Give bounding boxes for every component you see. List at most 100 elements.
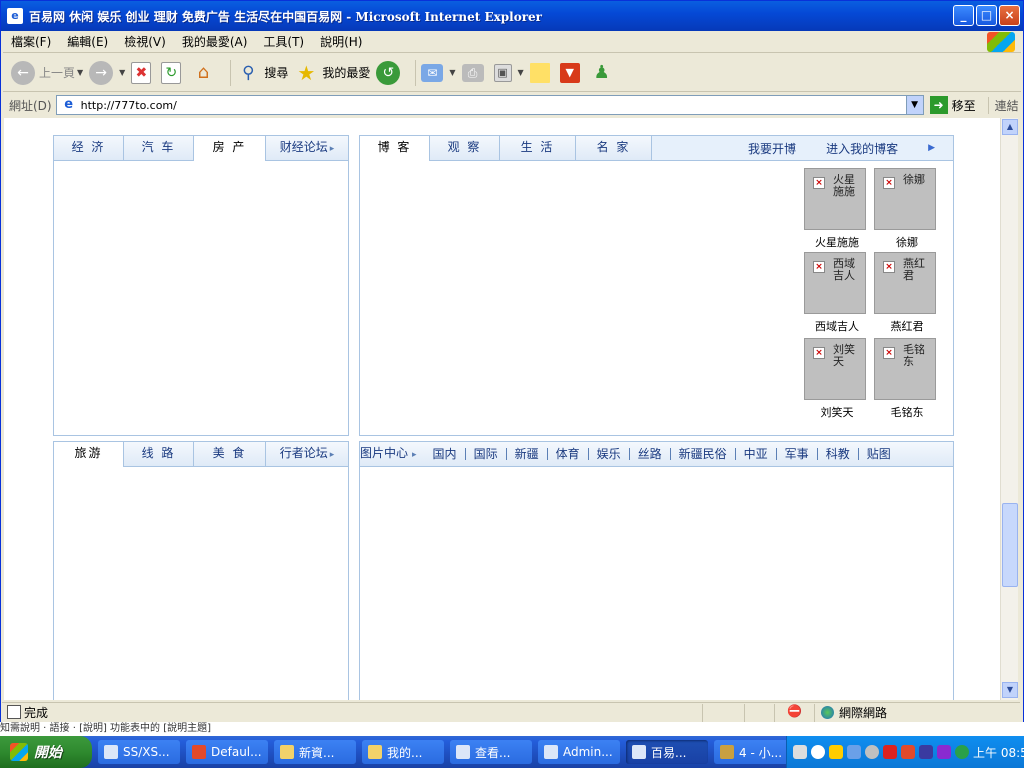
history-button[interactable]: ↺ <box>376 60 404 85</box>
maximize-button[interactable]: □ <box>976 5 997 26</box>
address-input[interactable]: e http://777to.com/ ▼ <box>55 95 924 115</box>
popup-blocked-icon[interactable]: ⛔ <box>774 703 814 722</box>
news-item-photo-center[interactable]: 图片中心 <box>360 447 425 461</box>
news-item-central-asia[interactable]: 中亚 <box>736 448 777 460</box>
tab-finance-forum[interactable]: 财经论坛 <box>266 136 348 160</box>
tab-blog[interactable]: 博 客 <box>360 136 430 161</box>
blogger-photo[interactable]: × 燕红君 <box>874 252 936 314</box>
messenger-button[interactable]: ♟ <box>590 61 618 85</box>
menu-favorites[interactable]: 我的最愛(A) <box>174 33 256 50</box>
menu-file[interactable]: 檔案(F) <box>3 33 59 50</box>
tray-expand-icon[interactable] <box>811 745 825 759</box>
news-item-military[interactable]: 军事 <box>777 448 818 460</box>
menu-tools[interactable]: 工具(T) <box>255 33 312 50</box>
clock-utility-icon[interactable] <box>865 745 879 759</box>
menu-edit[interactable]: 編輯(E) <box>59 33 116 50</box>
go-button[interactable]: ➜ 移至 <box>929 96 976 114</box>
task-button[interactable]: SS/XS... <box>98 740 180 764</box>
edit-button[interactable]: ▣ ▼ <box>493 63 524 82</box>
news-item-science[interactable]: 科教 <box>818 448 859 460</box>
flashget-button[interactable]: ▼ <box>559 62 584 83</box>
antivirus-icon[interactable] <box>883 745 897 759</box>
tab-realestate[interactable]: 房 产 <box>194 136 266 161</box>
blogger-name[interactable]: 燕红君 <box>874 318 940 334</box>
vertical-scrollbar[interactable]: ▲ ▼ <box>1000 118 1018 700</box>
refresh-button[interactable]: ↻ <box>161 61 185 84</box>
task-button[interactable]: 4 - 小... <box>714 740 796 764</box>
task-button[interactable]: 查看... <box>450 740 532 764</box>
stop-button[interactable]: ✖ <box>131 61 155 84</box>
open-blog-link[interactable]: 我要开博 <box>748 140 796 157</box>
search-button[interactable]: ⚲ 搜尋 <box>236 61 288 85</box>
tab-travel[interactable]: 旅游 <box>54 442 124 467</box>
blogger-card[interactable]: × 毛铭东 毛铭东 <box>874 338 940 420</box>
blogger-card[interactable]: × 西域吉人 西域吉人 <box>804 252 870 334</box>
mail-button[interactable]: ✉ ▼ <box>421 63 456 82</box>
favorites-button[interactable]: ★ 我的最愛 <box>294 61 370 85</box>
tab-economy[interactable]: 经 济 <box>54 136 124 160</box>
mail-dropdown-icon[interactable]: ▼ <box>449 68 455 77</box>
tab-food[interactable]: 美 食 <box>194 442 266 466</box>
notes-button[interactable] <box>529 62 554 83</box>
taskbar-clock[interactable]: 上午 08:54 <box>973 744 1024 761</box>
tab-famous[interactable]: 名 家 <box>576 136 652 160</box>
blogger-card[interactable]: × 刘笑天 刘笑天 <box>804 338 870 420</box>
blogger-card[interactable]: × 燕红君 燕红君 <box>874 252 940 334</box>
home-button[interactable]: ⌂ <box>191 61 219 85</box>
title-bar[interactable]: e 百易网 休闲 娱乐 创业 理财 免费广告 生活尽在中国百易网 - Micro… <box>1 1 1023 31</box>
news-item-domestic[interactable]: 国内 <box>425 448 466 460</box>
address-dropdown-icon[interactable]: ▼ <box>905 96 923 114</box>
tab-routes[interactable]: 线 路 <box>124 442 194 466</box>
blogger-name[interactable]: 徐娜 <box>874 234 940 250</box>
close-button[interactable]: × <box>999 5 1020 26</box>
network-icon[interactable] <box>847 745 861 759</box>
blogger-name[interactable]: 刘笑天 <box>804 404 870 420</box>
tab-traveler-forum[interactable]: 行者论坛 <box>266 442 348 466</box>
tab-auto[interactable]: 汽 车 <box>124 136 194 160</box>
security-shield-icon[interactable] <box>829 745 843 759</box>
keyboard-icon[interactable] <box>793 745 807 759</box>
menu-view[interactable]: 檢視(V) <box>116 33 174 50</box>
back-dropdown-icon[interactable]: ▼ <box>77 68 83 77</box>
news-item-xinjiang[interactable]: 新疆 <box>507 448 548 460</box>
print-button[interactable]: ⎙ <box>461 63 488 82</box>
forward-button[interactable]: → ▼ <box>89 60 125 85</box>
security-zone[interactable]: 網際網路 <box>814 703 964 722</box>
tab-observe[interactable]: 观 察 <box>430 136 500 160</box>
task-button[interactable]: 我的... <box>362 740 444 764</box>
blogger-card[interactable]: × 徐娜 徐娜 <box>874 168 940 250</box>
minimize-button[interactable]: _ <box>953 5 974 26</box>
menu-help[interactable]: 說明(H) <box>312 33 370 50</box>
forward-dropdown-icon[interactable]: ▼ <box>119 68 125 77</box>
blogger-name[interactable]: 西域吉人 <box>804 318 870 334</box>
start-button[interactable]: 開始 <box>0 736 92 768</box>
tab-life[interactable]: 生 活 <box>500 136 576 160</box>
links-button[interactable]: 連結 <box>987 96 1019 114</box>
blogger-card[interactable]: × 火星施施 火星施施 <box>804 168 870 250</box>
task-button[interactable]: Defaul... <box>186 740 268 764</box>
blogger-photo[interactable]: × 火星施施 <box>804 168 866 230</box>
globe-tray-icon[interactable] <box>955 745 969 759</box>
news-item-silk-road[interactable]: 丝路 <box>630 448 671 460</box>
news-item-sports[interactable]: 体育 <box>548 448 589 460</box>
media-icon[interactable] <box>937 745 951 759</box>
blogger-photo[interactable]: × 毛铭东 <box>874 338 936 400</box>
blogger-name[interactable]: 毛铭东 <box>874 404 940 420</box>
task-button-active[interactable]: 百易... <box>626 740 708 764</box>
back-button[interactable]: ← 上一頁 ▼ <box>11 60 83 85</box>
edit-dropdown-icon[interactable]: ▼ <box>518 68 524 77</box>
input-method-icon[interactable] <box>919 745 933 759</box>
task-button[interactable]: Admin... <box>538 740 620 764</box>
blogger-photo[interactable]: × 徐娜 <box>874 168 936 230</box>
news-item-entertainment[interactable]: 娱乐 <box>589 448 630 460</box>
scroll-down-icon[interactable]: ▼ <box>1002 682 1018 698</box>
blogger-name[interactable]: 火星施施 <box>804 234 870 250</box>
scroll-thumb[interactable] <box>1002 503 1018 587</box>
news-item-xinjiang-folk[interactable]: 新疆民俗 <box>671 448 736 460</box>
my-blog-link[interactable]: 进入我的博客 <box>826 140 898 157</box>
blogger-photo[interactable]: × 刘笑天 <box>804 338 866 400</box>
flashget-tray-icon[interactable] <box>901 745 915 759</box>
task-button[interactable]: 新資... <box>274 740 356 764</box>
news-item-international[interactable]: 国际 <box>466 448 507 460</box>
blogger-photo[interactable]: × 西域吉人 <box>804 252 866 314</box>
